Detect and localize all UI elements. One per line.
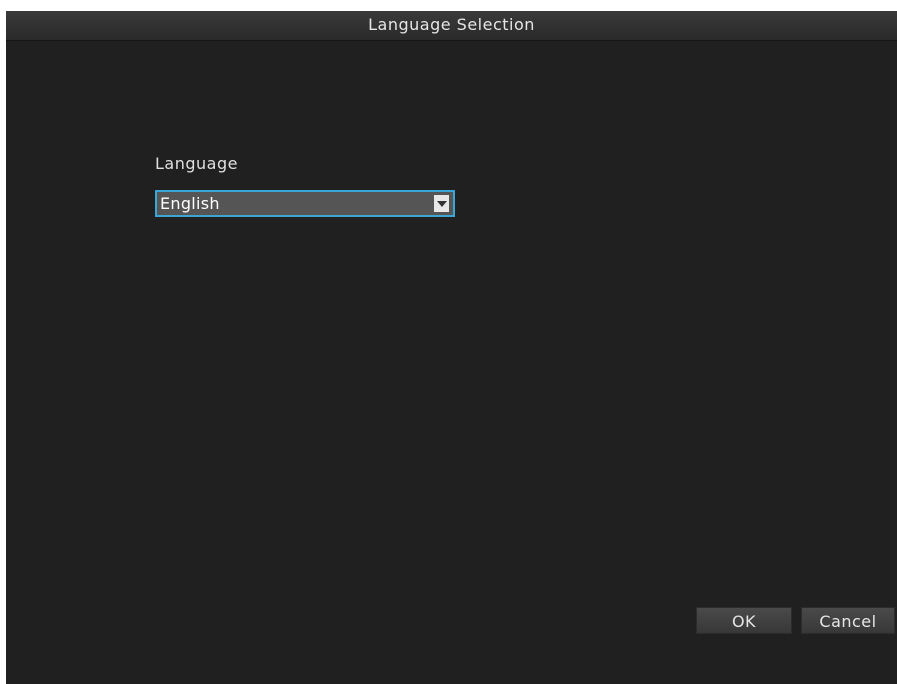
language-select[interactable]: English	[155, 190, 455, 217]
language-label: Language	[155, 154, 238, 173]
title-bar: Language Selection	[6, 11, 897, 41]
language-selection-dialog: Language Selection Language English OK C…	[6, 11, 897, 684]
cancel-button[interactable]: Cancel	[801, 607, 895, 634]
ok-button[interactable]: OK	[696, 607, 792, 634]
dialog-title: Language Selection	[368, 15, 535, 34]
chevron-down-icon[interactable]	[434, 195, 449, 212]
language-select-value: English	[160, 194, 220, 213]
